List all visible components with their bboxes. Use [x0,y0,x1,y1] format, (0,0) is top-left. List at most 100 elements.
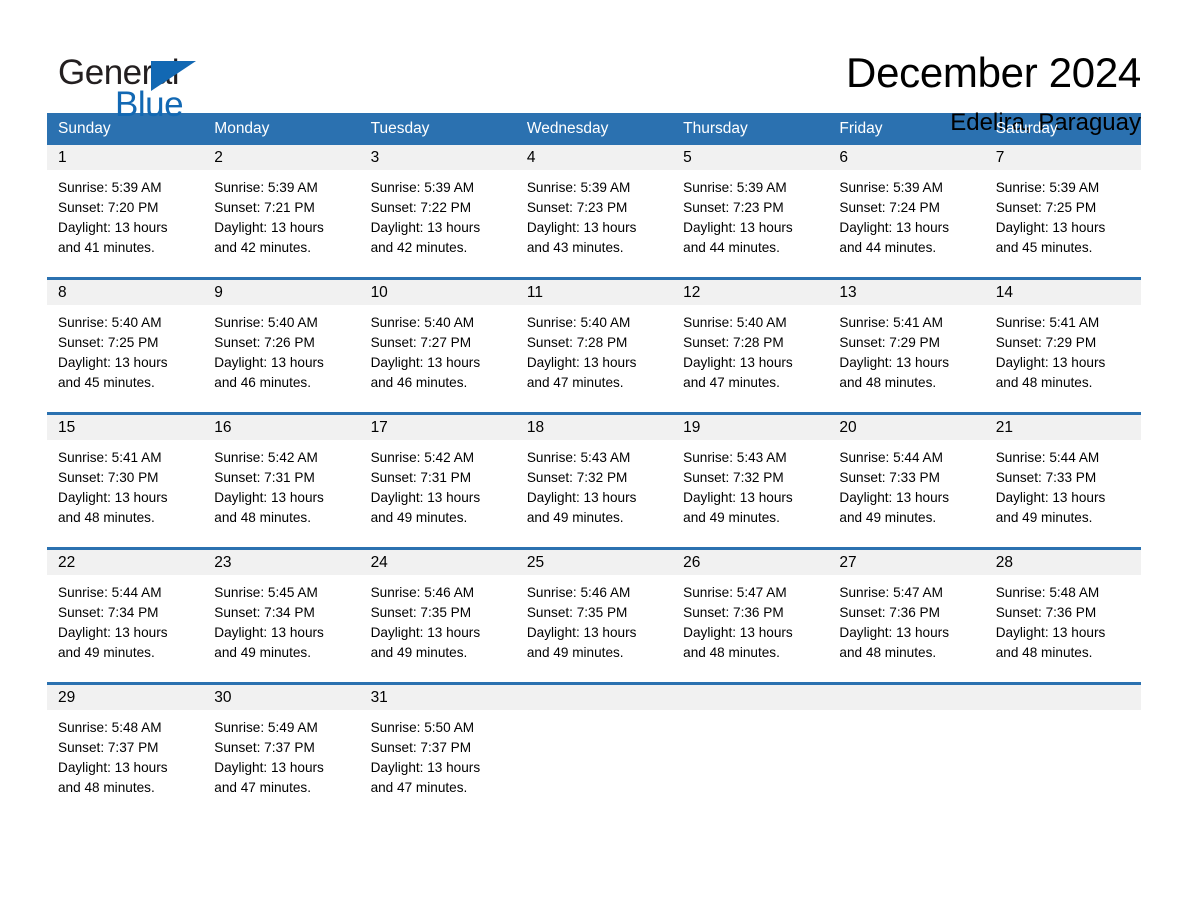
day-number-band: 4 [515,145,673,170]
day-cell[interactable]: 17 Sunrise: 5:42 AM Sunset: 7:31 PM Dayligh… [359,415,516,547]
daylight-text-line2: and 41 minutes. [58,240,155,255]
sunrise-text: Sunrise: 5:41 AM [995,315,1100,330]
day-cell[interactable]: 3 Sunrise: 5:39 AM Sunset: 7:22 PM Daylight… [359,145,516,277]
daylight-text-line2: and 47 minutes. [683,375,780,390]
day-cell[interactable]: 30 Sunrise: 5:49 AM Sunset: 7:37 PM Dayligh… [203,685,360,817]
day-cell[interactable]: 21 Sunrise: 5:44 AM Sunset: 7:33 PM Dayligh… [984,415,1141,547]
sunset-text: Sunset: 7:29 PM [839,335,940,350]
day-number-band: 28 [984,550,1141,575]
sunset-text: Sunset: 7:23 PM [683,200,784,215]
day-cell[interactable]: 12 Sunrise: 5:40 AM Sunset: 7:28 PM Dayligh… [672,280,829,412]
day-cell[interactable]: 29 Sunrise: 5:48 AM Sunset: 7:37 PM Dayligh… [47,685,204,817]
sunrise-text: Sunrise: 5:45 AM [214,585,318,600]
daylight-text-line1: Daylight: 13 hours [214,760,324,775]
day-number: 4 [526,148,536,166]
day-cell[interactable]: 9 Sunrise: 5:40 AM Sunset: 7:26 PM Daylight… [203,280,360,412]
day-cell[interactable]: 24 Sunrise: 5:46 AM Sunset: 7:35 PM Dayligh… [359,550,516,682]
day-cell[interactable]: 26 Sunrise: 5:47 AM Sunset: 7:36 PM Dayligh… [672,550,829,682]
day-number: 30 [214,688,232,706]
daylight-text-line1: Daylight: 13 hours [995,355,1106,370]
day-cell[interactable]: 13 Sunrise: 5:41 AM Sunset: 7:29 PM Dayligh… [828,280,985,412]
day-cell[interactable]: 16 Sunrise: 5:42 AM Sunset: 7:31 PM Dayligh… [203,415,360,547]
sunrise-text: Sunrise: 5:42 AM [370,450,475,465]
day-cell[interactable]: 2 Sunrise: 5:39 AM Sunset: 7:21 PM Daylight… [203,145,360,277]
day-number: 3 [370,148,380,166]
day-number-band: 11 [515,280,673,305]
day-cell[interactable]: 28 Sunrise: 5:48 AM Sunset: 7:36 PM Dayligh… [984,550,1141,682]
daylight-text-line2: and 45 minutes. [58,375,155,390]
sunrise-text: Sunrise: 5:39 AM [526,180,631,195]
daylight-text-line2: and 47 minutes. [370,780,468,795]
day-number-band: 3 [359,145,516,170]
day-cell[interactable]: 23 Sunrise: 5:45 AM Sunset: 7:34 PM Dayligh… [203,550,360,682]
day-details: Sunrise: 5:46 AM Sunset: 7:35 PM Daylight:… [516,575,672,682]
daylight-text-line2: and 43 minutes. [526,240,624,255]
day-number: 21 [995,418,1013,436]
day-number: 11 [526,283,543,301]
daylight-text-line1: Daylight: 13 hours [526,490,637,505]
day-number-band: 13 [828,280,985,305]
weekday-header-wednesday: Wednesday [526,120,609,137]
daylight-text-line2: and 49 minutes. [370,645,468,660]
day-details: Sunrise: 5:41 AM Sunset: 7:29 PM Daylight:… [985,305,1141,412]
sunset-text: Sunset: 7:30 PM [58,470,159,485]
day-number: 12 [683,283,701,301]
day-cell[interactable]: 27 Sunrise: 5:47 AM Sunset: 7:36 PM Dayligh… [828,550,985,682]
page-header: General Blue December 2024 Edelira, Para… [47,0,1141,136]
generalblue-logo[interactable]: General Blue [47,47,247,127]
daylight-text-line2: and 44 minutes. [839,240,937,255]
day-cell[interactable]: 6 Sunrise: 5:39 AM Sunset: 7:24 PM Daylight… [828,145,985,277]
daylight-text-line1: Daylight: 13 hours [214,625,324,640]
day-details: Sunrise: 5:43 AM Sunset: 7:32 PM Daylight:… [672,440,828,547]
daylight-text-line2: and 49 minutes. [839,510,937,525]
sunset-text: Sunset: 7:33 PM [995,470,1097,485]
day-number: 8 [58,283,67,301]
day-cell[interactable]: 10 Sunrise: 5:40 AM Sunset: 7:27 PM Dayligh… [359,280,516,412]
day-cell-empty [984,685,1141,817]
day-number-band: 5 [672,145,829,170]
day-cell[interactable]: 8 Sunrise: 5:40 AM Sunset: 7:25 PM Daylight… [47,280,204,412]
sunset-text: Sunset: 7:32 PM [683,470,784,485]
day-number-band: 20 [828,415,985,440]
sunset-text: Sunset: 7:33 PM [839,470,940,485]
day-cell[interactable]: 1 Sunrise: 5:39 AM Sunset: 7:20 PM Daylight… [47,145,204,277]
day-details: Sunrise: 5:42 AM Sunset: 7:31 PM Daylight:… [360,440,516,547]
day-cell[interactable]: 22 Sunrise: 5:44 AM Sunset: 7:34 PM Dayligh… [47,550,204,682]
day-number: 22 [58,553,76,571]
calendar-week-row: 15 Sunrise: 5:41 AM Sunset: 7:30 PM Dayligh… [47,412,1141,547]
day-cell[interactable]: 25 Sunrise: 5:46 AM Sunset: 7:35 PM Dayligh… [515,550,673,682]
weekday-header-thursday: Thursday [683,120,748,137]
daylight-text-line1: Daylight: 13 hours [58,220,168,235]
sunset-text: Sunset: 7:37 PM [58,740,159,755]
day-cell[interactable]: 5 Sunrise: 5:39 AM Sunset: 7:23 PM Daylight… [672,145,829,277]
day-cell[interactable]: 18 Sunrise: 5:43 AM Sunset: 7:32 PM Dayligh… [515,415,673,547]
daylight-text-line2: and 49 minutes. [526,510,624,525]
day-details: Sunrise: 5:39 AM Sunset: 7:23 PM Daylight:… [672,170,828,277]
day-number-band: 1 [47,145,204,170]
day-details: Sunrise: 5:39 AM Sunset: 7:25 PM Daylight:… [985,170,1141,277]
sunrise-text: Sunrise: 5:40 AM [683,315,787,330]
daylight-text-line1: Daylight: 13 hours [526,220,637,235]
day-number-band: 8 [47,280,204,305]
daylight-text-line1: Daylight: 13 hours [526,355,637,370]
daylight-text-line1: Daylight: 13 hours [995,625,1106,640]
day-details: Sunrise: 5:39 AM Sunset: 7:22 PM Daylight:… [360,170,516,277]
daylight-text-line2: and 47 minutes. [526,375,624,390]
daylight-text-line2: and 49 minutes. [526,645,624,660]
day-cell[interactable]: 14 Sunrise: 5:41 AM Sunset: 7:29 PM Dayligh… [984,280,1141,412]
sunset-text: Sunset: 7:26 PM [214,335,315,350]
sunrise-text: Sunrise: 5:40 AM [58,315,162,330]
day-number-band: 24 [359,550,516,575]
day-cell[interactable]: 11 Sunrise: 5:40 AM Sunset: 7:28 PM Dayligh… [515,280,673,412]
sunset-text: Sunset: 7:31 PM [214,470,315,485]
day-number-band: 6 [828,145,985,170]
day-cell[interactable]: 20 Sunrise: 5:44 AM Sunset: 7:33 PM Dayligh… [828,415,985,547]
day-cell[interactable]: 7 Sunrise: 5:39 AM Sunset: 7:25 PM Daylight… [984,145,1141,277]
day-cell[interactable]: 31 Sunrise: 5:50 AM Sunset: 7:37 PM Dayligh… [359,685,516,817]
day-cell[interactable]: 15 Sunrise: 5:41 AM Sunset: 7:30 PM Dayligh… [47,415,204,547]
daylight-text-line1: Daylight: 13 hours [58,760,168,775]
day-cell[interactable]: 19 Sunrise: 5:43 AM Sunset: 7:32 PM Dayligh… [672,415,829,547]
daylight-text-line1: Daylight: 13 hours [839,355,949,370]
day-cell[interactable]: 4 Sunrise: 5:39 AM Sunset: 7:23 PM Daylight… [515,145,673,277]
day-details: Sunrise: 5:48 AM Sunset: 7:36 PM Daylight:… [985,575,1141,682]
